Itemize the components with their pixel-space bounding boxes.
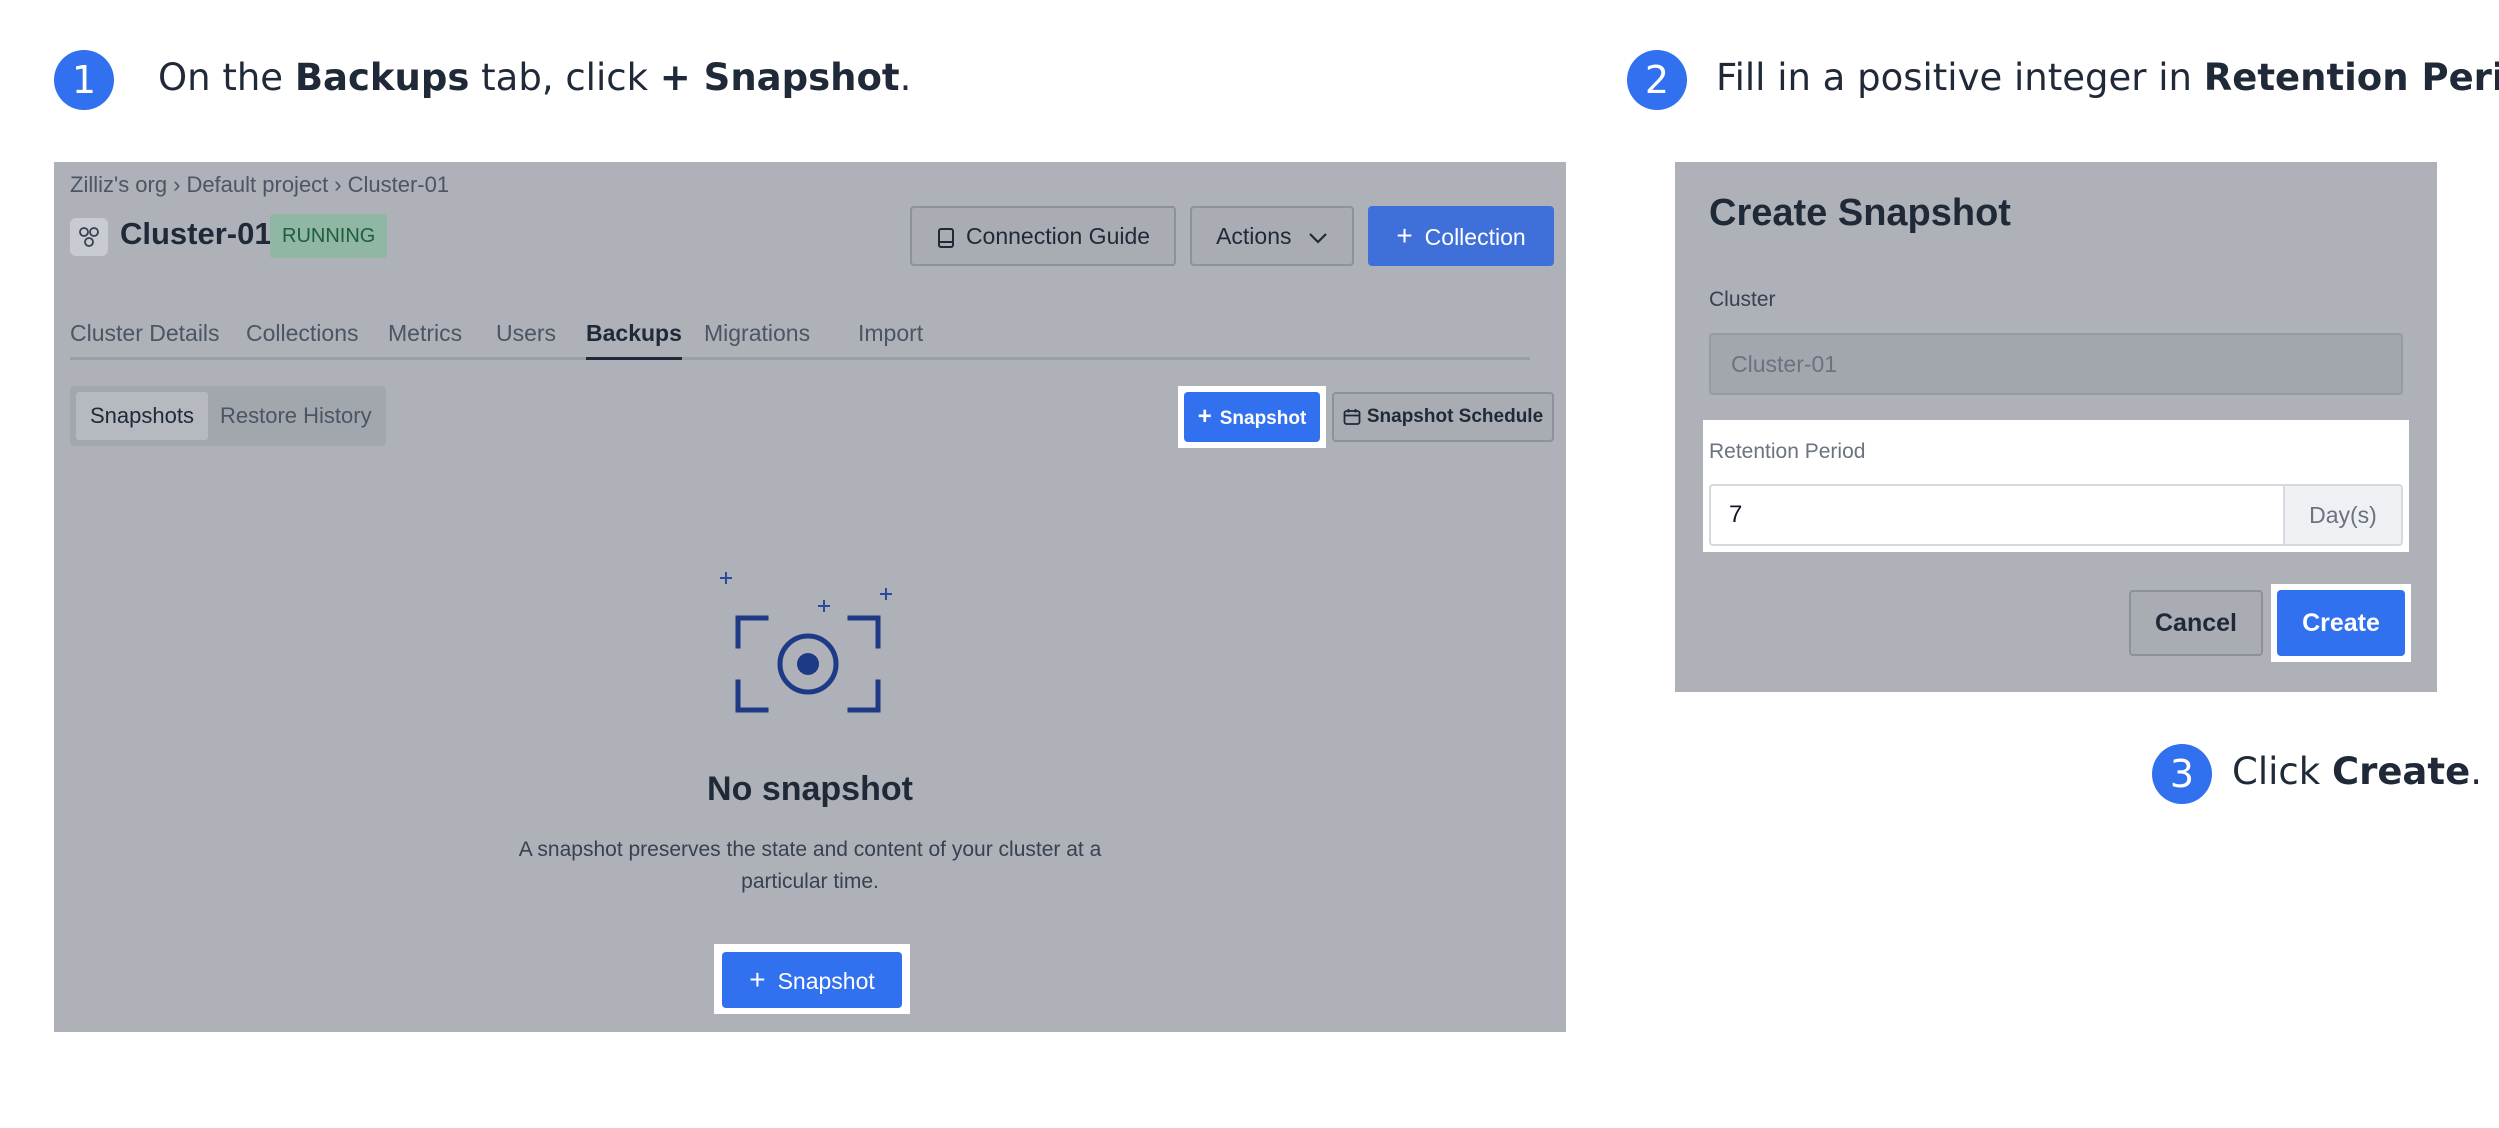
cancel-button[interactable]: Cancel bbox=[2129, 590, 2263, 656]
empty-state-add-snapshot-label: Snapshot bbox=[777, 968, 875, 994]
camera-focus-icon bbox=[720, 572, 892, 713]
add-collection-button[interactable]: + Collection bbox=[1368, 206, 1554, 266]
add-collection-label: Collection bbox=[1424, 224, 1526, 250]
connection-guide-button[interactable]: Connection Guide bbox=[910, 206, 1176, 266]
step-1-badge: 1 bbox=[54, 50, 114, 110]
connection-guide-label: Connection Guide bbox=[965, 223, 1151, 249]
cluster-title: Cluster-01 bbox=[120, 216, 272, 251]
step-3-badge: 3 bbox=[2152, 744, 2212, 804]
tab-cluster-details[interactable]: Cluster Details bbox=[70, 320, 220, 347]
step-2-text-a: Fill in a positive integer in bbox=[1716, 56, 2204, 99]
step-3-text-a: Click bbox=[2232, 750, 2332, 793]
empty-state-description: A snapshot preserves the state and conte… bbox=[518, 838, 1102, 893]
step-3-instruction: Click Create. bbox=[2232, 750, 2482, 793]
cluster-icon bbox=[70, 218, 108, 256]
breadcrumb-org[interactable]: Zilliz's org bbox=[70, 172, 167, 197]
backups-subtabs: Snapshots Restore History bbox=[70, 386, 386, 446]
breadcrumb-cluster: Cluster-01 bbox=[347, 172, 450, 197]
tab-users[interactable]: Users bbox=[496, 320, 556, 347]
dialog-title: Create Snapshot bbox=[1709, 192, 2011, 234]
tab-backups[interactable]: Backups bbox=[586, 320, 682, 360]
breadcrumb-separator-icon: › bbox=[173, 172, 181, 197]
step-2-instruction: Fill in a positive integer in Retention … bbox=[1716, 56, 2499, 99]
chevron-down-icon bbox=[1309, 233, 1327, 244]
empty-state-title: No snapshot bbox=[707, 770, 913, 808]
actions-dropdown[interactable]: Actions bbox=[1190, 206, 1354, 266]
retention-period-highlight: Retention Period 7 Day(s) bbox=[1703, 420, 2409, 552]
step-2-bold-retention: Retention Period bbox=[2203, 56, 2499, 99]
cluster-backups-screen: Zilliz's org › Default project › Cluster-01 … bbox=[54, 162, 1566, 1032]
tab-metrics[interactable]: Metrics bbox=[388, 320, 462, 347]
tab-import[interactable]: Import bbox=[858, 320, 923, 347]
create-snapshot-dialog: Create Snapshot Cluster Cluster-01 Reten… bbox=[1675, 162, 2437, 692]
add-snapshot-label: Snapshot bbox=[1219, 408, 1307, 429]
tab-migrations[interactable]: Migrations bbox=[704, 320, 810, 347]
actions-label: Actions bbox=[1216, 223, 1292, 249]
cluster-field-label: Cluster bbox=[1709, 288, 1776, 311]
plus-icon: + bbox=[1396, 220, 1413, 251]
step-1-text-a: On the bbox=[158, 56, 295, 99]
status-badge: RUNNING bbox=[270, 214, 388, 258]
step-1-instruction: On the Backups tab, click + Snapshot. bbox=[158, 56, 911, 99]
create-button[interactable]: Create bbox=[2277, 590, 2405, 656]
breadcrumb-project[interactable]: Default project bbox=[186, 172, 328, 197]
step-1-text-c: . bbox=[899, 56, 912, 99]
empty-state-add-snapshot-button[interactable]: + Snapshot bbox=[722, 952, 902, 1008]
step-1-text-b: tab, click bbox=[469, 56, 660, 99]
cluster-field: Cluster-01 bbox=[1709, 333, 2403, 395]
snapshot-schedule-button[interactable]: Snapshot Schedule bbox=[1332, 392, 1554, 442]
cluster-tabs: Cluster Details Collections Metrics User… bbox=[70, 320, 1530, 360]
subtab-restore-history[interactable]: Restore History bbox=[206, 392, 386, 440]
retention-period-label: Retention Period bbox=[1709, 440, 1866, 463]
book-icon bbox=[937, 227, 954, 248]
step-1-bold-snapshot: + Snapshot bbox=[659, 56, 900, 99]
tab-collections[interactable]: Collections bbox=[246, 320, 359, 347]
add-snapshot-button[interactable]: + Snapshot bbox=[1184, 392, 1320, 442]
breadcrumb-separator-icon: › bbox=[334, 172, 342, 197]
subtab-snapshots[interactable]: Snapshots bbox=[76, 392, 208, 440]
plus-icon: + bbox=[749, 964, 766, 995]
retention-unit: Day(s) bbox=[2283, 484, 2403, 546]
snapshot-schedule-label: Snapshot Schedule bbox=[1366, 406, 1544, 427]
retention-period-input[interactable]: 7 bbox=[1709, 484, 2283, 546]
step-3-text-b: . bbox=[2470, 750, 2482, 793]
calendar-icon bbox=[1343, 408, 1361, 425]
breadcrumb: Zilliz's org › Default project › Cluster-01 bbox=[70, 172, 449, 198]
step-1-bold-backups: Backups bbox=[294, 56, 470, 99]
step-3-bold-create: Create bbox=[2331, 750, 2471, 793]
plus-icon: + bbox=[1197, 403, 1212, 430]
step-2-badge: 2 bbox=[1627, 50, 1687, 110]
